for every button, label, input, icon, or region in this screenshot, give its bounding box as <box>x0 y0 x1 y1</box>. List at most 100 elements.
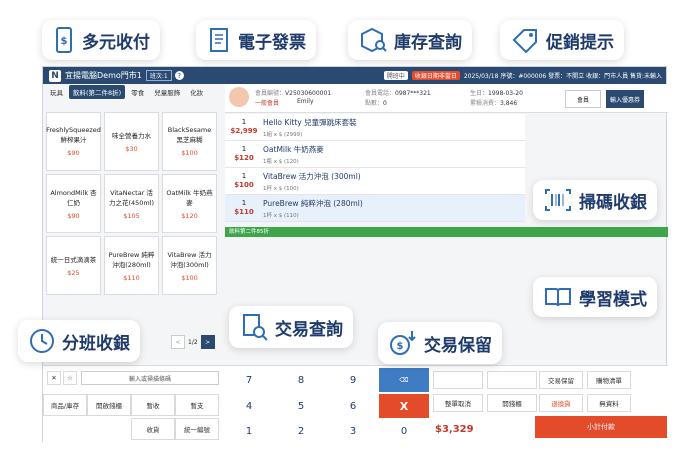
member-birth: 1998-03-20 <box>488 90 523 97</box>
key-2[interactable]: 2 <box>275 419 327 443</box>
no-data-button[interactable]: 無資料 <box>587 394 631 412</box>
product-price: $90 <box>67 149 80 157</box>
tab-drinks[interactable]: 飲料(第二件8折) <box>69 85 126 99</box>
member-spent: 3,846 <box>500 100 518 107</box>
key-8[interactable]: 8 <box>275 368 327 392</box>
key-9[interactable]: 9 <box>327 368 379 392</box>
key-6[interactable]: 6 <box>327 394 379 418</box>
order-row-selected[interactable]: 1 $110 PureBrew 純粹沖泡 (280ml) 1杯 x $ (110) <box>225 195 525 222</box>
product-grid: FreshlySqueezed 鮮榨果汁 $90 味全營養力水 $30 BlackS… <box>46 112 220 295</box>
order-row[interactable]: 1 $2,999 Hello Kitty 兒童彈跳床套裝 1組 x $ (2999) <box>225 114 525 141</box>
prev-page-button[interactable]: < <box>171 335 185 349</box>
order-amount: $2,999 <box>230 127 258 135</box>
next-page-button[interactable]: > <box>200 335 215 349</box>
tab-toys[interactable]: 玩具 <box>46 85 67 99</box>
feature-label: 庫存查詢 <box>394 32 462 53</box>
shopping-list-button[interactable]: 購物清單 <box>587 371 631 389</box>
tab-snacks[interactable]: 零食 <box>127 85 148 99</box>
feature-label: 分班收銀 <box>62 333 130 354</box>
product-card[interactable]: VitaNectar 活力之花(450ml) $105 <box>104 174 159 233</box>
product-name: PureBrew 純粹沖泡(280ml) <box>108 251 155 269</box>
product-card[interactable]: VitaBrew 活力沖泡(300ml) $100 <box>162 236 217 295</box>
open-drawer-button[interactable]: 開啟錢櫃 <box>87 394 131 416</box>
member-type: 一般會員 <box>255 100 280 107</box>
backspace-button[interactable]: ⌫ <box>379 368 429 392</box>
order-name: PureBrew 純粹沖泡 (280ml) <box>263 198 363 208</box>
empty-slot <box>487 371 537 389</box>
key-1[interactable]: 1 <box>223 419 275 443</box>
help-icon[interactable]: ? <box>174 71 184 80</box>
feature-label: 交易查詢 <box>275 319 343 340</box>
stock-button[interactable]: 商品/庫存 <box>43 394 87 416</box>
checkout-button[interactable]: 小計付款 <box>535 416 667 438</box>
order-detail: 1組 x $ (2999) <box>263 131 303 138</box>
cancel-order-button[interactable]: 整單取消 <box>433 394 483 412</box>
order-name: VitaBrew 活力沖泡 (300ml) <box>263 171 361 181</box>
pos-window: N 宜揚電腦Demo門市1 班次:1 ? 開班中 收銀日期非當日 2025/03… <box>42 66 668 443</box>
key-5[interactable]: 5 <box>275 394 327 418</box>
shift-tag: 班次:1 <box>145 70 172 81</box>
control-panel: ✕ ☆ 輸入或掃描條碼 商品/庫存 開啟錢櫃 暫收 暫支 收貨 統一編號 7 8… <box>43 365 668 443</box>
product-card[interactable]: AlmondMilk 杏仁奶 $90 <box>46 174 101 233</box>
member-id-label: 會員編號： <box>255 90 286 97</box>
order-total: $3,329 <box>435 423 474 435</box>
receive-button[interactable]: 收貨 <box>131 418 175 440</box>
member-phone-label: 會員電話： <box>365 90 396 97</box>
box-search-icon <box>361 27 387 53</box>
barcode-search-input[interactable]: 輸入或掃描條碼 <box>81 371 219 385</box>
member-panel: 會員編號：V25030600001 一般會員 Emily 會員電話：0987**… <box>225 84 668 113</box>
product-name: VitaNectar 活力之花(450ml) <box>108 189 155 207</box>
order-amount: $100 <box>234 181 254 189</box>
key-3[interactable]: 3 <box>327 419 379 443</box>
tax-id-button[interactable]: 統一編號 <box>175 418 219 440</box>
drawer-button[interactable]: 開錢櫃 <box>487 394 537 412</box>
key-0[interactable]: 0 <box>379 419 429 443</box>
svg-text:$: $ <box>397 341 404 352</box>
order-name: OatMilk 牛奶燕麥 <box>263 144 324 154</box>
lock-icon[interactable]: ✕ <box>47 371 61 385</box>
feature-learn: 學習模式 <box>533 277 657 317</box>
tab-kidswear[interactable]: 兒童服飾 <box>150 85 184 99</box>
member-phone: 0987***321 <box>395 90 431 97</box>
product-name: VitaBrew 活力沖泡(300ml) <box>167 251 212 269</box>
product-price: $90 <box>67 212 80 220</box>
session-info: 2025/03/18 序號：#000006 發票：不開立 收銀：門市人員 售貨:… <box>463 73 662 80</box>
member-points-label: 點數： <box>365 100 384 107</box>
product-card[interactable]: 統一日式滴滴茶 $25 <box>46 236 101 295</box>
coin-down-icon: $ <box>390 331 416 355</box>
member-name: Emily <box>297 98 314 105</box>
product-price: $30 <box>125 145 138 153</box>
return-exchange-button[interactable]: 退換貨 <box>539 394 583 412</box>
pay-out-button[interactable]: 暫支 <box>175 394 219 416</box>
shift-status: 開班中 <box>383 71 408 80</box>
product-card[interactable]: 味全營養力水 $30 <box>104 112 159 171</box>
app-logo: N <box>49 69 61 82</box>
coupon-button[interactable]: 輸入優惠券 <box>606 90 644 108</box>
mobile-pay-icon: $ <box>56 27 72 53</box>
product-card[interactable]: FreshlySqueezed 鮮榨果汁 $90 <box>46 112 101 171</box>
product-card[interactable]: OatMilk 牛奶燕麥 $120 <box>162 174 217 233</box>
product-price: $100 <box>181 149 198 157</box>
order-detail: 1瓶 x $ (120) <box>263 158 299 165</box>
order-row[interactable]: 1 $100 VitaBrew 活力沖泡 (300ml) 1杯 x $ (100) <box>225 168 525 195</box>
order-row[interactable]: 1 $120 OatMilk 牛奶燕麥 1瓶 x $ (120) <box>225 141 525 168</box>
document-search-icon <box>243 314 268 341</box>
pin-icon[interactable]: ☆ <box>63 371 77 385</box>
key-7[interactable]: 7 <box>223 368 275 392</box>
clear-button[interactable]: X <box>379 394 429 418</box>
title-bar: N 宜揚電腦Demo門市1 班次:1 ? 開班中 收銀日期非當日 2025/03… <box>43 67 666 84</box>
order-name: Hello Kitty 兒童彈跳床套裝 <box>263 117 357 127</box>
product-card[interactable]: PureBrew 純粹沖泡(280ml) $110 <box>104 236 159 295</box>
key-4[interactable]: 4 <box>223 394 275 418</box>
empty-slot <box>433 371 483 389</box>
order-qty: 1 <box>241 145 247 153</box>
feature-e-invoice: 電子發票 <box>196 20 316 60</box>
feature-promo: 促銷提示 <box>500 20 624 60</box>
product-card[interactable]: BlackSesame 黑芝麻糊 $100 <box>162 112 217 171</box>
pay-in-button[interactable]: 暫收 <box>131 394 175 416</box>
tab-cosmetics[interactable]: 化妝 <box>186 85 207 99</box>
hold-transaction-button[interactable]: 交易保留 <box>539 371 583 389</box>
product-name: 味全營養力水 <box>112 132 151 140</box>
member-button[interactable]: 會員 <box>565 90 601 108</box>
product-name: AlmondMilk 杏仁奶 <box>50 189 97 207</box>
